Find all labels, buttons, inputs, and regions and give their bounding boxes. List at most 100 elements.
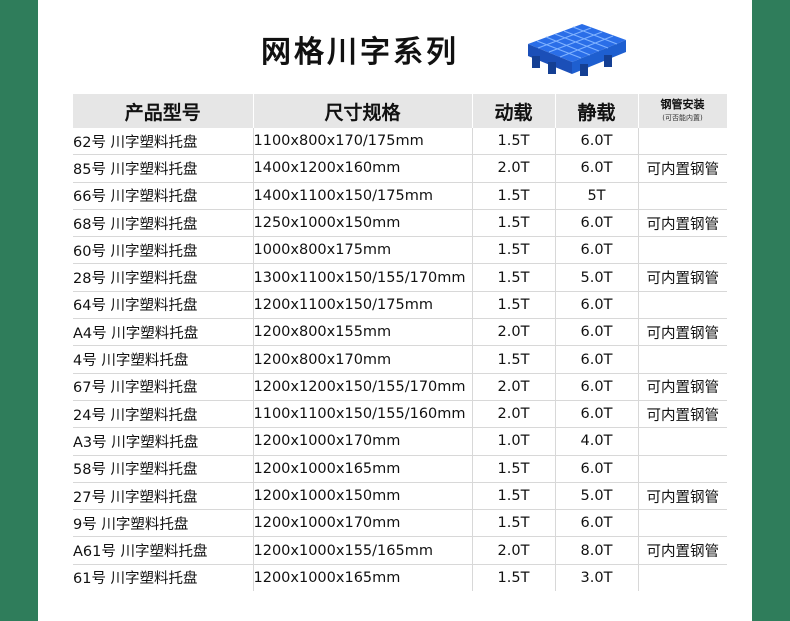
cell-model: 67号 川字塑料托盘 (73, 373, 254, 401)
table-row: 62号 川字塑料托盘 1100x800x170/175mm 1.5T 6.0T (73, 128, 727, 156)
cell-steel-pipe: 可内置钢管 (638, 400, 727, 429)
table-row: 85号 川字塑料托盘 1400x1200x160mm 2.0T 6.0T 可内置钢管 (73, 154, 727, 183)
cell-model: 24号 川字塑料托盘 (73, 400, 254, 429)
cell-steel-pipe (638, 427, 727, 456)
cell-size: 1200x800x155mm (253, 318, 473, 347)
cell-static-load: 6.0T (555, 236, 639, 265)
cell-model: 64号 川字塑料托盘 (73, 291, 254, 320)
table-row: A4号 川字塑料托盘 1200x800x155mm 2.0T 6.0T 可内置钢管 (73, 318, 727, 347)
cell-static-load: 5.0T (555, 263, 639, 292)
cell-static-load: 6.0T (555, 318, 639, 347)
cell-size: 1100x1100x150/155/160mm (253, 400, 473, 429)
table-row: 68号 川字塑料托盘 1250x1000x150mm 1.5T 6.0T 可内置钢管 (73, 209, 727, 238)
cell-static-load: 6.0T (555, 291, 639, 320)
cell-size: 1200x1000x170mm (253, 427, 473, 456)
cell-model: 85号 川字塑料托盘 (73, 154, 254, 183)
cell-static-load: 5T (555, 182, 639, 210)
cell-dynamic-load: 2.0T (472, 154, 556, 183)
cell-steel-pipe (638, 291, 727, 320)
cell-steel-pipe: 可内置钢管 (638, 263, 727, 292)
cell-dynamic-load: 1.5T (472, 182, 556, 210)
cell-static-load: 8.0T (555, 536, 639, 565)
cell-dynamic-load: 1.5T (472, 509, 556, 538)
col-header-size: 尺寸规格 (253, 94, 473, 128)
cell-dynamic-load: 1.0T (472, 427, 556, 456)
cell-steel-pipe: 可内置钢管 (638, 154, 727, 183)
cell-model: 58号 川字塑料托盘 (73, 455, 254, 483)
table-header-row: 产品型号 尺寸规格 动载 静载 钢管安装 (可否能内置) (73, 94, 728, 128)
cell-size: 1200x1000x150mm (253, 482, 473, 511)
cell-size: 1200x1000x170mm (253, 509, 473, 538)
table-row: 4号 川字塑料托盘 1200x800x170mm 1.5T 6.0T (73, 345, 727, 374)
cell-model: A4号 川字塑料托盘 (73, 318, 254, 347)
cell-steel-pipe (638, 455, 727, 483)
cell-steel-pipe: 可内置钢管 (638, 209, 727, 238)
cell-steel-pipe (638, 509, 727, 538)
table-row: 66号 川字塑料托盘 1400x1100x150/175mm 1.5T 5T (73, 182, 727, 210)
cell-dynamic-load: 1.5T (472, 482, 556, 511)
cell-model: 68号 川字塑料托盘 (73, 209, 254, 238)
table-body: 62号 川字塑料托盘 1100x800x170/175mm 1.5T 6.0T 85号 … (73, 128, 727, 592)
title-banner: 网格川字系列 (38, 0, 752, 92)
cell-model: 27号 川字塑料托盘 (73, 482, 254, 511)
cell-static-load: 6.0T (555, 345, 639, 374)
cell-dynamic-load: 1.5T (472, 263, 556, 292)
cell-size: 1100x800x170/175mm (253, 128, 473, 156)
table-row: 28号 川字塑料托盘 1300x1100x150/155/170mm 1.5T 5.0… (73, 263, 727, 292)
cell-model: 4号 川字塑料托盘 (73, 345, 254, 374)
table-row: 24号 川字塑料托盘 1100x1100x150/155/160mm 2.0T 6.0… (73, 400, 727, 429)
cell-size: 1200x1000x165mm (253, 455, 473, 483)
cell-size: 1400x1100x150/175mm (253, 182, 473, 210)
cell-steel-pipe (638, 128, 727, 156)
cell-static-load: 6.0T (555, 509, 639, 538)
cell-dynamic-load: 1.5T (472, 128, 556, 156)
cell-model: 66号 川字塑料托盘 (73, 182, 254, 210)
spec-table: 产品型号 尺寸规格 动载 静载 钢管安装 (可否能内置) 62号 川字塑料托盘 1… (73, 94, 728, 592)
cell-size: 1200x1000x165mm (253, 564, 473, 592)
cell-model: 61号 川字塑料托盘 (73, 564, 254, 592)
page-title: 网格川字系列 (261, 35, 459, 70)
table-row: A61号 川字塑料托盘 1200x1000x155/165mm 2.0T 8.0T 可内… (73, 536, 727, 565)
cell-dynamic-load: 2.0T (472, 400, 556, 429)
cell-steel-pipe (638, 564, 727, 591)
cell-size: 1200x1200x150/155/170mm (253, 373, 473, 401)
cell-static-load: 6.0T (555, 154, 639, 183)
cell-static-load: 6.0T (555, 455, 639, 483)
cell-static-load: 5.0T (555, 482, 639, 511)
col-header-dynamic-load: 动载 (472, 94, 556, 128)
cell-static-load: 6.0T (555, 373, 639, 401)
col-header-steel-pipe-note: (可否能内置) (662, 113, 703, 122)
cell-size: 1000x800x175mm (253, 236, 473, 265)
cell-dynamic-load: 2.0T (472, 318, 556, 347)
table-row: 61号 川字塑料托盘 1200x1000x165mm 1.5T 3.0T (73, 564, 727, 592)
cell-steel-pipe (638, 345, 727, 374)
cell-model: 9号 川字塑料托盘 (73, 509, 254, 538)
table-row: 9号 川字塑料托盘 1200x1000x170mm 1.5T 6.0T (73, 509, 727, 538)
cell-model: 28号 川字塑料托盘 (73, 263, 254, 292)
col-header-model: 产品型号 (73, 94, 254, 128)
col-header-steel-pipe-label: 钢管安装 (660, 97, 705, 111)
cell-model: A61号 川字塑料托盘 (73, 536, 254, 565)
cell-dynamic-load: 1.5T (472, 455, 556, 483)
cell-size: 1200x1000x155/165mm (253, 536, 473, 565)
cell-dynamic-load: 1.5T (472, 564, 556, 592)
col-header-steel-pipe: 钢管安装 (可否能内置) (638, 94, 728, 128)
cell-size: 1250x1000x150mm (253, 209, 473, 238)
cell-steel-pipe: 可内置钢管 (638, 536, 727, 565)
cell-dynamic-load: 1.5T (472, 291, 556, 320)
content-panel: 网格川字系列 产品型号 尺寸规格 动载 静载 钢管安装 (可否能内置) 62号 … (38, 0, 752, 621)
cell-dynamic-load: 1.5T (472, 236, 556, 265)
cell-static-load: 4.0T (555, 427, 639, 456)
cell-size: 1200x800x170mm (253, 345, 473, 374)
cell-model: 60号 川字塑料托盘 (73, 236, 254, 265)
cell-steel-pipe (638, 182, 727, 210)
cell-size: 1400x1200x160mm (253, 154, 473, 183)
table-row: 60号 川字塑料托盘 1000x800x175mm 1.5T 6.0T (73, 236, 727, 265)
cell-dynamic-load: 1.5T (472, 209, 556, 238)
cell-model: 62号 川字塑料托盘 (73, 128, 254, 156)
cell-dynamic-load: 1.5T (472, 345, 556, 374)
cell-steel-pipe: 可内置钢管 (638, 318, 727, 347)
table-row: 67号 川字塑料托盘 1200x1200x150/155/170mm 2.0T 6.0… (73, 373, 727, 401)
col-header-static-load: 静载 (555, 94, 639, 128)
cell-static-load: 3.0T (555, 564, 639, 592)
